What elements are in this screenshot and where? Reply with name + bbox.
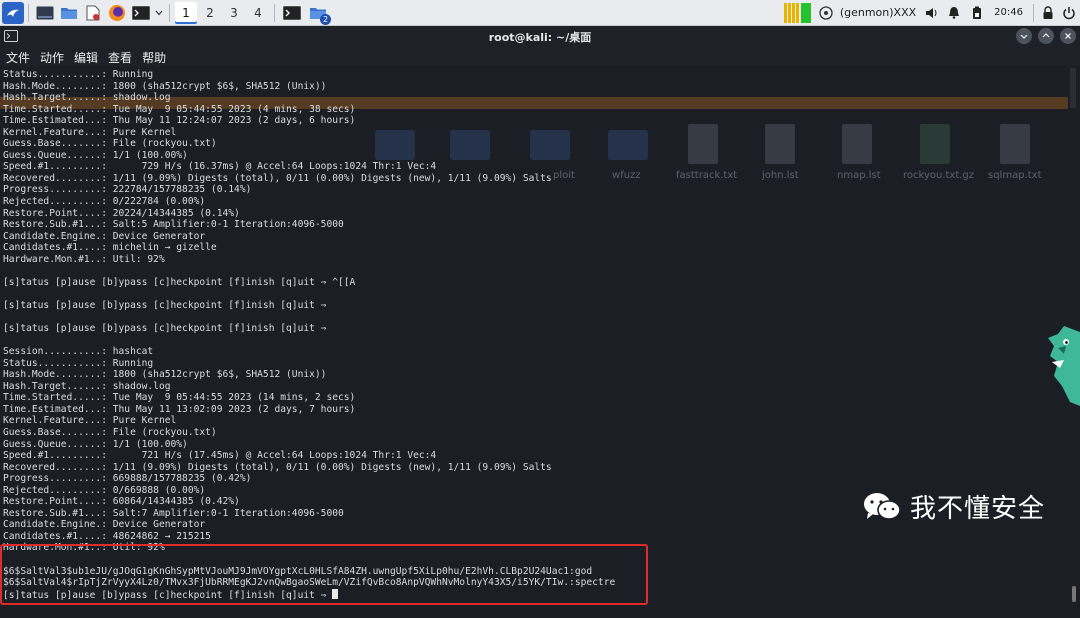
minimize-button[interactable] <box>1016 28 1032 44</box>
terminal-line: Restore.Point....: 20224/14344385 (0.14%… <box>3 207 240 219</box>
window-count-badge: 2 <box>320 13 331 25</box>
wechat-icon <box>864 492 901 520</box>
notification-bell-icon[interactable] <box>942 0 966 26</box>
volume-icon[interactable] <box>922 0 942 26</box>
window-titlebar[interactable]: root@kali: ~/桌面 <box>0 26 1080 48</box>
ghost-label: wfuzz <box>612 170 641 181</box>
terminal-line: Time.Started.....: Tue May 9 05:44:55 20… <box>3 392 356 404</box>
terminal-line: Recovered........: 1/11 (9.09%) Digests … <box>3 172 552 184</box>
panel-separator <box>28 3 29 22</box>
terminal-line: Rejected.........: 0/222784 (0.00%) <box>3 196 206 208</box>
terminal-line: Restore.Sub.#1...: Salt:5 Amplifier:0-1 … <box>3 219 344 231</box>
power-icon[interactable] <box>1058 0 1080 26</box>
menu-actions[interactable]: 动作 <box>40 49 64 66</box>
text-editor-icon[interactable] <box>81 0 105 26</box>
terminal-line: Restore.Sub.#1...: Salt:7 Amplifier:0-1 … <box>3 507 344 519</box>
terminal-line: Kernel.Feature...: Pure Kernel <box>3 415 177 427</box>
terminal-window-icon <box>4 30 18 45</box>
terminal-line: Hardware.Mon.#1..: Util: 92% <box>3 253 165 265</box>
terminal-line: Guess.Queue......: 1/1 (100.00%) <box>3 438 188 450</box>
terminal-line: Rejected.........: 0/669888 (0.00%) <box>3 484 206 496</box>
panel-separator <box>274 3 275 22</box>
terminal-line: Recovered........: 1/11 (9.09%) Digests … <box>3 461 552 473</box>
cracked-hashes-highlight-box <box>0 544 648 605</box>
top-panel: 1 2 3 4 2 (genmon)XXX 20:46 <box>0 0 1080 26</box>
watermark-text: 我不懂安全 <box>910 494 1046 524</box>
menu-view[interactable]: 查看 <box>108 49 132 66</box>
terminal-line: [s]tatus [p]ause [b]ypass [c]heckpoint [… <box>3 299 327 311</box>
workspace-3[interactable]: 3 <box>223 2 245 24</box>
taskbar-terminal-button[interactable] <box>279 0 305 26</box>
terminal-line: Speed.#1.........: 729 H/s (16.37ms) @ A… <box>3 161 437 173</box>
terminal-line: Candidates.#1....: michelin → gizelle <box>3 242 217 254</box>
firefox-icon[interactable] <box>105 0 129 26</box>
terminal-line: [s]tatus [p]ause [b]ypass [c]heckpoint [… <box>3 323 327 335</box>
terminal-line: Progress.........: 222784/157788235 (0.1… <box>3 184 252 196</box>
terminal-line: Candidate.Engine.: Device Generator <box>3 519 206 531</box>
ghost-label: nmap.lst <box>837 170 881 181</box>
terminal-line: Speed.#1.........: 721 H/s (17.45ms) @ A… <box>3 450 437 462</box>
terminal-lines: Status...........: Running Hash.Mode.....… <box>3 69 615 601</box>
battery-icon[interactable] <box>966 0 988 26</box>
maximize-button[interactable] <box>1038 28 1054 44</box>
terminal-line: Time.Estimated...: Thu May 11 12:24:07 2… <box>3 115 356 127</box>
terminal-line: Restore.Point....: 60864/14344385 (0.42%… <box>3 496 240 508</box>
terminal-line: Status...........: Running <box>3 69 154 80</box>
workspace-4[interactable]: 4 <box>247 2 269 24</box>
window-title: root@kali: ~/桌面 <box>488 31 592 44</box>
terminal-launcher-icon[interactable] <box>129 0 153 26</box>
menu-help[interactable]: 帮助 <box>142 49 166 66</box>
ghost-label: john.lst <box>762 170 799 181</box>
clock[interactable]: 20:46 <box>994 7 1023 18</box>
file-manager-icon[interactable] <box>57 0 81 26</box>
terminal-line: Guess.Queue......: 1/1 (100.00%) <box>3 149 188 161</box>
terminal-line: Hash.Target......: shadow.log <box>3 92 171 104</box>
show-desktop-icon[interactable] <box>33 0 57 26</box>
terminal-output[interactable]: ploit wfuzz fasttrack.txt john.lst nmap.… <box>0 66 1080 618</box>
terminal-line: Candidate.Engine.: Device Generator <box>3 230 206 242</box>
wechat-watermark: 我不懂安全 <box>862 488 1045 525</box>
ghost-label: fasttrack.txt <box>676 170 738 181</box>
workspace-2[interactable]: 2 <box>199 2 221 24</box>
panel-separator <box>1033 3 1034 22</box>
genmon-icon <box>818 0 834 26</box>
ghost-label: sqlmap.txt <box>988 170 1042 181</box>
terminal-line: Guess.Base.......: File (rockyou.txt) <box>3 138 217 150</box>
panel-separator <box>169 3 170 22</box>
terminal-line: Hash.Mode........: 1800 (sha512crypt $6$… <box>3 80 327 92</box>
chevron-down-icon[interactable] <box>153 0 165 26</box>
taskbar-files-button[interactable]: 2 <box>305 0 331 26</box>
terminal-line: Candidates.#1....: 48624862 → 215215 <box>3 530 211 542</box>
kali-dragon-mascot-icon <box>1048 326 1080 406</box>
terminal-line: Hash.Mode........: 1800 (sha512crypt $6$… <box>3 369 327 381</box>
ghost-label: rockyou.txt.gz <box>903 170 975 181</box>
kali-menu-icon[interactable] <box>2 1 24 24</box>
terminal-line: Kernel.Feature...: Pure Kernel <box>3 126 177 138</box>
terminal-line: [s]tatus [p]ause [b]ypass [c]heckpoint [… <box>3 276 356 288</box>
terminal-line: Time.Estimated...: Thu May 11 13:02:09 2… <box>3 403 356 415</box>
terminal-line: Status...........: Running <box>3 357 154 369</box>
terminal-line: Hash.Target......: shadow.log <box>3 380 171 392</box>
menu-file[interactable]: 文件 <box>6 49 30 66</box>
close-button[interactable] <box>1060 28 1076 44</box>
terminal-line: Guess.Base.......: File (rockyou.txt) <box>3 426 217 438</box>
cpu-graph <box>783 2 812 23</box>
terminal-line: Session..........: hashcat <box>3 346 154 358</box>
genmon-label: (genmon)XXX <box>839 6 917 19</box>
lock-icon[interactable] <box>1038 0 1058 26</box>
workspace-1[interactable]: 1 <box>175 1 197 24</box>
terminal-line: Progress.........: 669888/157788235 (0.4… <box>3 473 252 485</box>
terminal-line: Time.Started.....: Tue May 9 05:44:55 20… <box>3 103 356 115</box>
menu-edit[interactable]: 编辑 <box>74 49 98 66</box>
menu-bar: 文件 动作 编辑 查看 帮助 <box>0 48 1080 66</box>
